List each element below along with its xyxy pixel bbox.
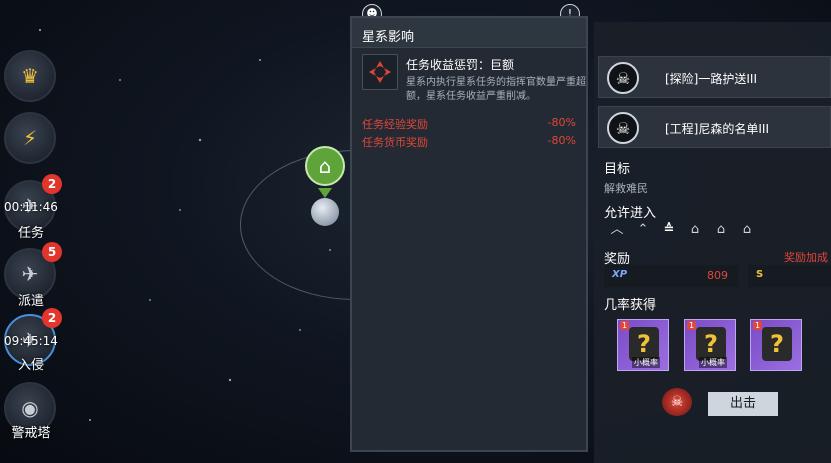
invasion-timer: 09:45:14 bbox=[4, 334, 58, 348]
skull-icon: ☠ bbox=[607, 112, 639, 144]
mystery-box-icon: ? bbox=[696, 327, 726, 361]
top-bar: ☻ ! bbox=[360, 0, 590, 24]
galaxy-effect-popup: 星系影响 任务收益惩罚：巨额 星系内执行星系任务的指挥官数量严重超额，星系任务收… bbox=[350, 16, 588, 452]
invasion-badge: 2 bbox=[42, 308, 62, 328]
lightning-button[interactable]: ⚡ bbox=[4, 112, 56, 164]
skull-icon: ☠ bbox=[607, 62, 639, 94]
mission-name: [工程]尼森的名单III bbox=[665, 122, 769, 136]
reward-bonus[interactable]: 奖励加成 bbox=[784, 249, 828, 265]
home-marker-icon[interactable]: ⌂ bbox=[305, 146, 345, 186]
mission-item[interactable]: ☠ [工程]尼森的名单III bbox=[598, 106, 831, 148]
card-chance: 小概率 bbox=[632, 357, 660, 368]
penalty-label: 任务经验奖励 bbox=[362, 118, 428, 131]
card-level: 1 bbox=[687, 321, 697, 330]
tier-icon: ︿ bbox=[610, 222, 624, 237]
tower-icon: ◉ bbox=[21, 396, 39, 420]
xp-value: 809 bbox=[707, 269, 728, 282]
penalty-icon bbox=[362, 54, 398, 90]
popup-title: 星系影响 bbox=[352, 18, 586, 48]
penalty-row: 任务经验奖励 -80% bbox=[362, 116, 576, 132]
ship-icon: ✈ bbox=[21, 262, 39, 286]
marker-pointer-icon bbox=[318, 188, 332, 198]
dispatch-badge: 5 bbox=[42, 242, 62, 262]
currency-reward: S bbox=[748, 265, 831, 287]
red-skull-icon: ☠ bbox=[662, 388, 692, 416]
penalty-row: 任务货币奖励 -80% bbox=[362, 134, 576, 150]
currency-label: S bbox=[756, 269, 764, 280]
target-heading: 目标 bbox=[604, 162, 631, 177]
effect-description: 星系内执行星系任务的指挥官数量严重超额，星系任务收益严重削减。 bbox=[406, 77, 586, 102]
deploy-button[interactable]: 出击 bbox=[708, 392, 778, 416]
tier-icon: ⌂ bbox=[742, 222, 752, 237]
penalty-label: 任务货币奖励 bbox=[362, 136, 428, 149]
crown-button[interactable]: ♛ bbox=[4, 50, 56, 102]
mission-timer: 00:11:46 bbox=[4, 200, 58, 214]
mystery-box-icon: ? bbox=[629, 327, 659, 361]
tier-icon: ⌂ bbox=[716, 222, 726, 237]
mission-badge: 2 bbox=[42, 174, 62, 194]
allowed-heading: 允许进入 bbox=[604, 206, 657, 221]
mission-name: [探险]一路护送III bbox=[665, 72, 757, 86]
effect-title: 任务收益惩罚：巨额 bbox=[406, 58, 515, 72]
mystery-box-icon: ? bbox=[762, 327, 792, 361]
tier-icon: ⌃ bbox=[637, 222, 649, 237]
planet[interactable] bbox=[311, 198, 339, 226]
tier-icon: ⌂ bbox=[690, 222, 700, 237]
reward-card[interactable]: 1 ? bbox=[750, 319, 802, 371]
effect-row: 任务收益惩罚：巨额 星系内执行星系任务的指挥官数量严重超额，星系任务收益严重削减… bbox=[362, 54, 586, 110]
invasion-label: 入侵 bbox=[17, 358, 44, 373]
reward-card[interactable]: 1 ? 小概率 bbox=[684, 319, 736, 371]
card-chance: 小概率 bbox=[699, 357, 727, 368]
penalty-value: -80% bbox=[547, 134, 576, 147]
xp-label: XP bbox=[612, 269, 628, 280]
chance-heading: 几率获得 bbox=[604, 298, 657, 313]
mission-label: 任务 bbox=[17, 226, 44, 241]
mission-item[interactable]: ☠ [探险]一路护送III bbox=[598, 56, 831, 98]
tier-icon: ≙ bbox=[663, 222, 675, 237]
penalty-value: -80% bbox=[547, 116, 576, 129]
reward-card[interactable]: 1 ? 小概率 bbox=[617, 319, 669, 371]
target-value: 解救难民 bbox=[604, 182, 648, 195]
dispatch-label: 派遣 bbox=[17, 294, 44, 309]
tier-list: ︿ ⌃ ≙ ⌂ ⌂ ⌂ bbox=[608, 222, 756, 238]
watchtower-label: 警戒塔 bbox=[11, 426, 51, 441]
card-level: 1 bbox=[620, 321, 630, 330]
lightning-icon: ⚡ bbox=[22, 126, 38, 150]
crown-icon: ♛ bbox=[21, 64, 39, 88]
card-level: 1 bbox=[753, 321, 763, 330]
xp-reward: XP 809 bbox=[604, 265, 738, 287]
